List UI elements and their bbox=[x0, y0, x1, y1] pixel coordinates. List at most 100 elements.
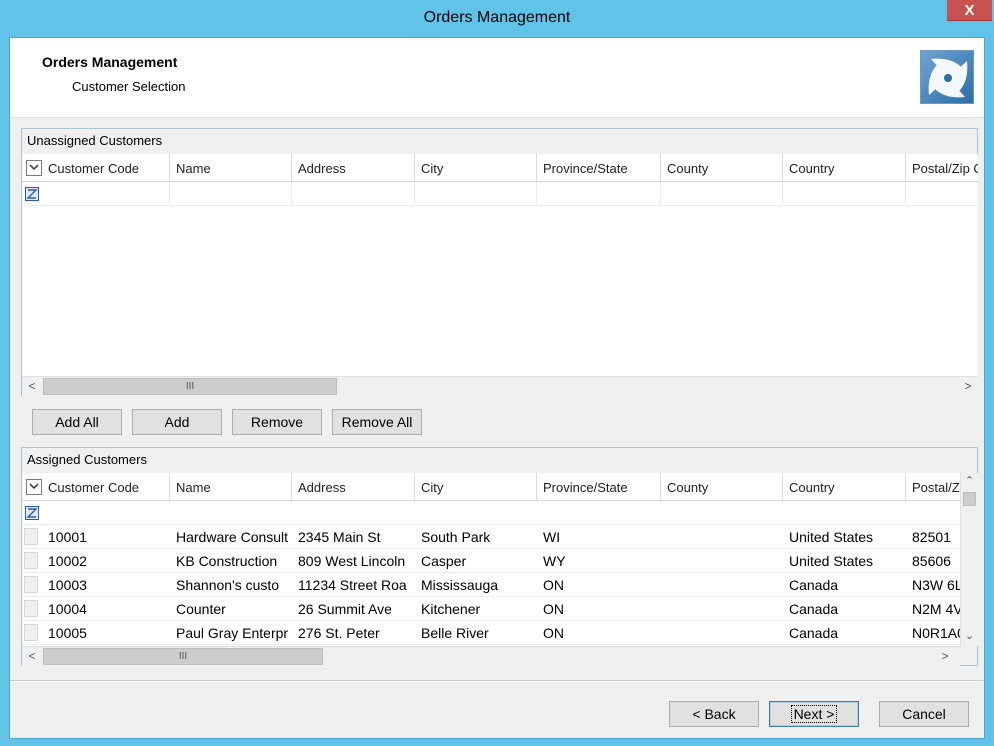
cell-county bbox=[661, 525, 783, 549]
cell-county bbox=[661, 549, 783, 573]
filter-cell[interactable] bbox=[170, 182, 292, 206]
filter-row bbox=[22, 501, 960, 525]
assigned-customers-group: Assigned Customers Customer Code Name Ad… bbox=[21, 447, 978, 666]
remove-button[interactable]: Remove bbox=[232, 409, 322, 435]
table-row[interactable]: 10005 Paul Gray Enterpr 276 St. Peter Be… bbox=[22, 621, 960, 645]
window-title: Orders Management bbox=[423, 9, 571, 26]
cell-city: Belle River bbox=[421, 625, 489, 641]
remove-all-button[interactable]: Remove All bbox=[332, 409, 422, 435]
cell-customer-code: 10001 bbox=[48, 529, 87, 545]
cell-country: Canada bbox=[789, 625, 839, 641]
cell-country: Canada bbox=[789, 601, 839, 617]
scroll-left-icon[interactable]: < bbox=[22, 377, 42, 396]
column-header-postal-zip[interactable]: Postal/Zip C bbox=[906, 154, 978, 182]
column-header-county[interactable]: County bbox=[661, 473, 783, 501]
cell-name: Paul Gray Enterpr bbox=[176, 625, 289, 641]
page-subtitle: Customer Selection bbox=[72, 79, 186, 94]
next-button[interactable]: Next > bbox=[769, 701, 859, 727]
filter-icon[interactable] bbox=[25, 187, 39, 201]
unassigned-customers-label: Unassigned Customers bbox=[27, 133, 163, 148]
filter-cell[interactable] bbox=[415, 182, 537, 206]
cell-name: Counter bbox=[176, 601, 226, 617]
cell-postal-zip: 85606 bbox=[912, 553, 951, 569]
grid-header: Customer Code Name Address City Province… bbox=[22, 473, 960, 501]
cell-city: South Park bbox=[421, 529, 491, 545]
scroll-thumb[interactable] bbox=[963, 492, 976, 506]
column-header-customer-code[interactable]: Customer Code bbox=[42, 473, 170, 501]
cell-customer-code: 10002 bbox=[48, 553, 87, 569]
column-header-city[interactable]: City bbox=[415, 154, 537, 182]
cell-customer-code: 10004 bbox=[48, 601, 87, 617]
add-all-button[interactable]: Add All bbox=[32, 409, 122, 435]
cell-province-state: ON bbox=[543, 577, 564, 593]
scroll-right-icon[interactable]: > bbox=[935, 647, 955, 666]
scroll-left-icon[interactable]: < bbox=[22, 647, 42, 666]
cell-customer-code: 10003 bbox=[48, 577, 87, 593]
cell-province-state: WY bbox=[543, 553, 566, 569]
column-header-customer-code[interactable]: Customer Code bbox=[42, 154, 170, 182]
cell-county bbox=[661, 621, 783, 645]
column-header-county[interactable]: County bbox=[661, 154, 783, 182]
column-header-name[interactable]: Name bbox=[170, 473, 292, 501]
column-header-country[interactable]: Country bbox=[783, 154, 906, 182]
assigned-customers-label: Assigned Customers bbox=[27, 452, 147, 467]
row-selector[interactable] bbox=[24, 600, 38, 617]
column-header-postal-zip[interactable]: Postal/Z bbox=[906, 473, 960, 501]
next-button-label: Next > bbox=[790, 705, 838, 723]
cell-address: 11234 Street Roa bbox=[298, 577, 407, 593]
page-title: Orders Management bbox=[42, 54, 178, 70]
chevron-down-icon[interactable] bbox=[26, 479, 42, 495]
filter-cell[interactable] bbox=[292, 182, 415, 206]
row-selector[interactable] bbox=[24, 528, 38, 545]
cell-name: Hardware Consult bbox=[176, 529, 289, 545]
filter-cell[interactable] bbox=[783, 182, 906, 206]
table-row[interactable]: 10003 Shannon's custo 11234 Street Roa M… bbox=[22, 573, 960, 597]
table-row[interactable]: 10002 KB Construction 809 West Lincoln C… bbox=[22, 549, 960, 573]
column-header-address[interactable]: Address bbox=[292, 154, 415, 182]
cell-county bbox=[661, 573, 783, 597]
horizontal-scrollbar[interactable]: < III > bbox=[22, 376, 978, 396]
scroll-up-icon[interactable]: ⌃ bbox=[961, 473, 978, 490]
cancel-button[interactable]: Cancel bbox=[879, 701, 969, 727]
filter-cell[interactable] bbox=[42, 182, 170, 206]
scroll-thumb[interactable]: III bbox=[43, 378, 337, 395]
row-selector[interactable] bbox=[24, 552, 38, 569]
vertical-scrollbar[interactable]: ⌃ ⌄ bbox=[960, 473, 978, 646]
horizontal-scrollbar[interactable]: < III > bbox=[22, 646, 960, 666]
filter-icon[interactable] bbox=[25, 506, 39, 520]
column-header-country[interactable]: Country bbox=[783, 473, 906, 501]
filter-cell[interactable] bbox=[906, 182, 978, 206]
cell-address: 276 St. Peter bbox=[298, 625, 380, 641]
column-header-name[interactable]: Name bbox=[170, 154, 292, 182]
back-button[interactable]: < Back bbox=[669, 701, 759, 727]
cell-province-state: WI bbox=[543, 529, 561, 545]
row-selector[interactable] bbox=[24, 576, 38, 593]
scroll-right-icon[interactable]: > bbox=[958, 377, 978, 396]
cell-country: United States bbox=[789, 553, 874, 569]
cell-postal-zip: N0R1A0 bbox=[912, 625, 960, 641]
cell-country: United States bbox=[789, 529, 874, 545]
close-button[interactable]: X bbox=[947, 0, 992, 21]
column-header-address[interactable]: Address bbox=[292, 473, 415, 501]
filter-row bbox=[22, 182, 978, 206]
add-button[interactable]: Add bbox=[132, 409, 222, 435]
table-row[interactable]: 10004 Counter 26 Summit Ave Kitchener ON… bbox=[22, 597, 960, 621]
wizard-window: Orders Management Customer Selection Una… bbox=[9, 37, 985, 739]
table-row[interactable]: 10001 Hardware Consult 2345 Main St Sout… bbox=[22, 525, 960, 549]
scroll-thumb[interactable]: III bbox=[43, 648, 323, 665]
column-header-province-state[interactable]: Province/State bbox=[537, 473, 661, 501]
unassigned-customers-grid[interactable]: Customer Code Name Address City Province… bbox=[22, 154, 978, 376]
scroll-down-icon[interactable]: ⌄ bbox=[961, 628, 978, 645]
cell-postal-zip: 82501 bbox=[912, 529, 951, 545]
row-selector[interactable] bbox=[24, 624, 38, 641]
cell-customer-code: 10005 bbox=[48, 625, 87, 641]
column-header-city[interactable]: City bbox=[415, 473, 537, 501]
unassigned-customers-group: Unassigned Customers Customer Code Name … bbox=[21, 128, 978, 396]
filter-cell[interactable] bbox=[661, 182, 783, 206]
assigned-customers-grid[interactable]: Customer Code Name Address City Province… bbox=[22, 473, 960, 646]
chevron-down-icon[interactable] bbox=[26, 160, 42, 176]
cell-county bbox=[661, 597, 783, 621]
column-header-province-state[interactable]: Province/State bbox=[537, 154, 661, 182]
filter-cell[interactable] bbox=[537, 182, 661, 206]
wizard-header: Orders Management Customer Selection bbox=[10, 38, 984, 118]
